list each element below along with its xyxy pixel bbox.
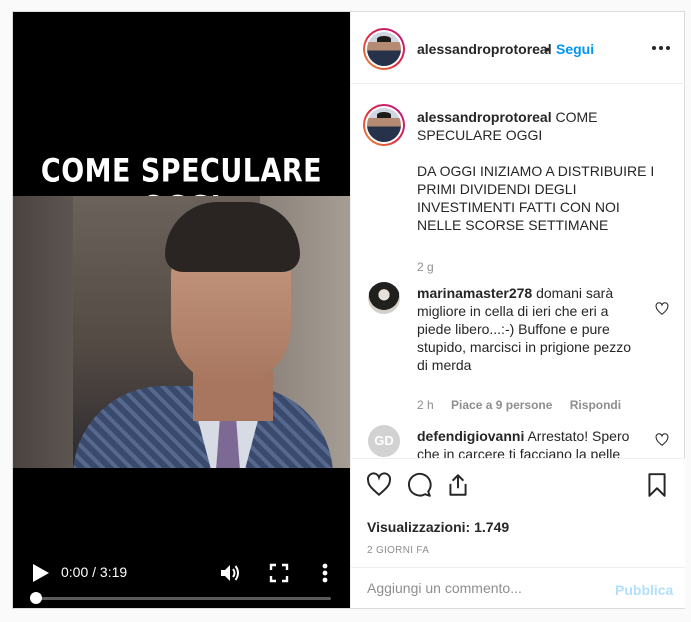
comment-like-heart-icon[interactable] — [655, 433, 669, 447]
follow-button[interactable]: Segui — [556, 41, 594, 57]
comment-text: defendigiovanni Arrestato! Spero che in … — [417, 428, 630, 458]
view-count[interactable]: Visualizzazioni: 1.749 — [367, 519, 509, 535]
post-panel: alessandroprotoreal • Segui alessandropr… — [350, 12, 685, 608]
post-header: alessandroprotoreal • Segui — [351, 12, 685, 84]
fullscreen-icon[interactable] — [268, 562, 290, 584]
comment-username[interactable]: defendigiovanni — [417, 428, 524, 444]
caption-text: alessandroprotoreal COME SPECULARE OGGI … — [417, 108, 667, 234]
video-progress-track[interactable] — [35, 597, 331, 600]
video-progress-thumb[interactable] — [30, 592, 42, 604]
comment-username[interactable]: marinamaster278 — [417, 285, 532, 301]
reply-button[interactable]: Rispondi — [570, 398, 621, 412]
comment-meta: 2 h Piace a 9 persone Rispondi — [417, 398, 635, 412]
video-frame — [13, 196, 350, 468]
comment-avatar[interactable] — [368, 282, 400, 314]
views-count: 1.749 — [474, 519, 510, 535]
avatar[interactable] — [363, 28, 405, 70]
caption-avatar[interactable] — [363, 104, 405, 146]
comment-icon[interactable] — [406, 472, 432, 498]
views-label: Visualizzazioni: — [367, 519, 471, 535]
action-bar: Visualizzazioni: 1.749 2 GIORNI FA Pubbl… — [351, 458, 685, 608]
publish-button[interactable]: Pubblica — [615, 582, 673, 598]
caption-username[interactable]: alessandroprotoreal — [417, 109, 552, 125]
more-vertical-icon[interactable] — [315, 561, 335, 585]
video-player[interactable]: COME SPECULARE OGGI 0:00 / 3:19 — [13, 12, 350, 608]
comment-item: GD defendigiovanni Arrestato! Spero che … — [351, 425, 685, 458]
comment-age: 2 h — [417, 398, 434, 412]
bookmark-icon[interactable] — [644, 472, 670, 498]
caption-body: DA OGGI INIZIAMO A DISTRIBUIRE I PRIMI D… — [417, 163, 655, 233]
volume-icon[interactable] — [218, 561, 242, 585]
video-controls: 0:00 / 3:19 — [13, 546, 350, 608]
comment-text: marinamaster278 domani sarà migliore in … — [417, 285, 631, 373]
play-icon[interactable] — [31, 562, 51, 584]
post-date[interactable]: 2 GIORNI FA — [367, 545, 429, 556]
separator-dot: • — [545, 41, 550, 57]
comment-likes[interactable]: Piace a 9 persone — [451, 398, 552, 412]
post-username[interactable]: alessandroprotoreal — [417, 41, 552, 57]
comment-like-heart-icon[interactable] — [655, 302, 669, 316]
caption-age[interactable]: 2 g — [417, 260, 434, 274]
heart-icon[interactable] — [366, 472, 392, 498]
comment-input[interactable] — [367, 580, 607, 596]
time-display: 0:00 / 3:19 — [61, 564, 128, 580]
comment-avatar[interactable]: GD — [368, 425, 400, 457]
share-icon[interactable] — [445, 472, 471, 498]
add-comment-row: Pubblica — [351, 567, 685, 609]
post-card: COME SPECULARE OGGI 0:00 / 3:19 — [12, 11, 685, 609]
more-horizontal-icon[interactable] — [649, 39, 673, 57]
